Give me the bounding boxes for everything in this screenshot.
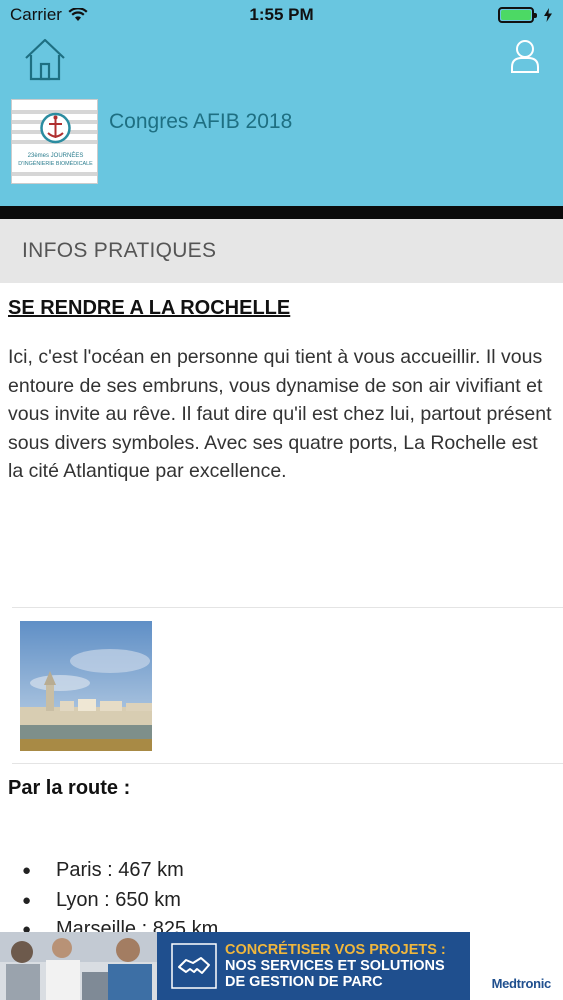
status-left: Carrier — [10, 5, 88, 25]
logo-text-line1: 23èmes JOURNÉES — [28, 152, 84, 159]
la-rochelle-photo[interactable] — [20, 621, 152, 751]
bullet-icon: ● — [22, 891, 32, 909]
handshake-icon — [171, 943, 217, 989]
user-icon — [511, 40, 539, 73]
status-bar: Carrier 1:55 PM — [0, 0, 563, 30]
bullet-icon: ● — [22, 862, 32, 880]
route-heading: Par la route : — [8, 777, 131, 799]
list-item: ● Paris : 467 km — [22, 856, 218, 886]
user-button[interactable] — [509, 38, 541, 74]
wifi-icon — [68, 8, 88, 21]
divider — [12, 763, 563, 764]
home-icon — [25, 38, 65, 81]
logo-text-line2: D'INGÉNIERIE BIOMÉDICALE — [18, 160, 93, 167]
header-divider — [0, 206, 563, 219]
ad-line-3: DE GESTION DE PARC — [225, 974, 383, 990]
divider — [12, 607, 563, 608]
intro-paragraph: Ici, c'est l'océan en personne qui tient… — [8, 346, 552, 483]
app-header: 23èmes JOURNÉES D'INGÉNIERIE BIOMÉDICALE… — [0, 30, 563, 206]
battery-icon — [498, 7, 537, 23]
page-heading: SE RENDRE A LA ROCHELLE — [8, 297, 291, 319]
ad-brand-logo: Medtronic — [491, 976, 552, 991]
status-right — [498, 7, 553, 23]
app-title: Congres AFIB 2018 — [109, 110, 293, 133]
ad-line-1: CONCRÉTISER VOS PROJETS : — [225, 942, 446, 958]
charging-icon — [544, 8, 552, 22]
ad-photo — [0, 932, 160, 1000]
ad-banner[interactable]: CONCRÉTISER VOS PROJETS : NOS SERVICES E… — [0, 932, 563, 1000]
home-button[interactable] — [22, 36, 68, 82]
section-title: INFOS PRATIQUES — [22, 239, 217, 262]
list-item: ● Lyon : 650 km — [22, 886, 218, 916]
distance-text: Paris : 467 km — [56, 859, 184, 882]
section-bar: INFOS PRATIQUES — [0, 219, 563, 283]
event-logo: 23èmes JOURNÉES D'INGÉNIERIE BIOMÉDICALE — [11, 99, 98, 184]
ad-line-2: NOS SERVICES ET SOLUTIONS — [225, 958, 445, 974]
ad-message: CONCRÉTISER VOS PROJETS : NOS SERVICES E… — [157, 932, 470, 1000]
carrier-label: Carrier — [10, 5, 62, 24]
distance-text: Lyon : 650 km — [56, 888, 181, 911]
